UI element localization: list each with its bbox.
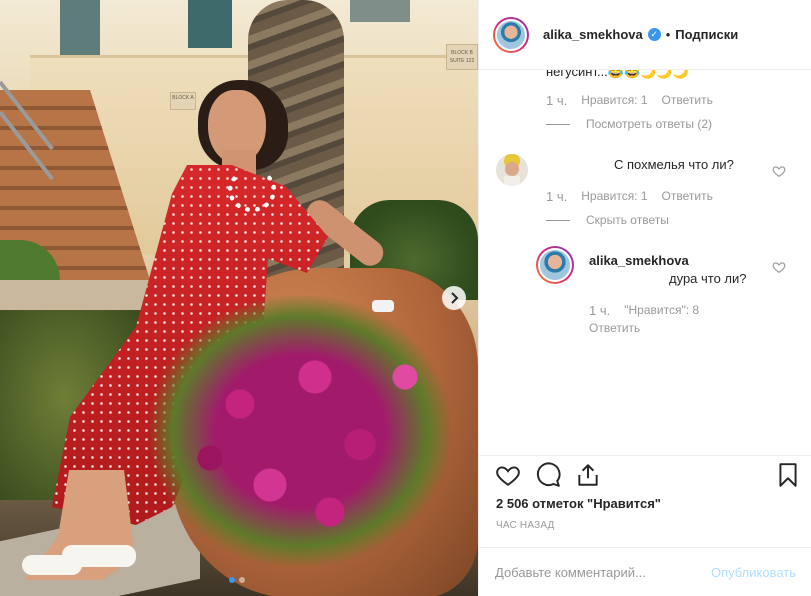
- heart-icon[interactable]: [495, 462, 521, 488]
- view-replies-label: Посмотреть ответы (2): [586, 117, 713, 131]
- window: [188, 0, 232, 48]
- following-button[interactable]: Подписки: [675, 27, 738, 42]
- view-replies-button[interactable]: Посмотреть ответы (2): [546, 117, 712, 131]
- like-reply-heart-icon[interactable]: [772, 260, 786, 274]
- petunia-flowers: [150, 296, 450, 566]
- post-actions: [479, 455, 811, 495]
- reply-reply-button[interactable]: Ответить: [589, 321, 640, 335]
- replies-line: [546, 123, 570, 125]
- reply-button[interactable]: Ответить: [662, 93, 713, 108]
- reply-username[interactable]: alika_smekhova: [589, 253, 689, 268]
- reply-text: дура что ли?: [669, 271, 747, 286]
- comment-meta: 1 ч. Нравится: 1 Ответить: [546, 93, 713, 108]
- reply-button[interactable]: Ответить: [662, 189, 713, 204]
- wall-sign-small: BLOCK A: [170, 92, 196, 110]
- comment-likes[interactable]: Нравится: 1: [581, 189, 647, 204]
- reply-likes[interactable]: "Нравится": 8: [624, 303, 699, 318]
- hide-replies-label: Скрыть ответы: [586, 213, 669, 227]
- carousel-dot: [229, 577, 235, 583]
- comment-text: С похмелья что ли?: [614, 157, 734, 172]
- post-timestamp[interactable]: ЧАС НАЗАД: [496, 520, 555, 531]
- carousel-indicator: [229, 577, 245, 583]
- bookmark-icon[interactable]: [775, 462, 801, 488]
- comment-meta: 1 ч. Нравится: 1 Ответить: [546, 189, 713, 204]
- commenter-avatar[interactable]: [496, 154, 528, 186]
- comment-time[interactable]: 1 ч.: [546, 189, 567, 204]
- reply-time[interactable]: 1 ч.: [589, 303, 610, 318]
- verified-icon: ✓: [647, 28, 661, 41]
- hide-replies-button[interactable]: Скрыть ответы: [546, 213, 669, 227]
- pearl-necklace: [228, 168, 276, 212]
- reply-meta: 1 ч. "Нравится": 8: [589, 303, 699, 318]
- commenter-avatar-image: [496, 154, 528, 186]
- header-separator: •: [665, 27, 671, 42]
- post-sidebar: alika_smekhova ✓ • Подписки негусинт...😂…: [478, 0, 811, 596]
- publish-button[interactable]: Опубликовать: [711, 565, 796, 580]
- comment-input[interactable]: [495, 564, 711, 580]
- like-comment-heart-icon[interactable]: [772, 164, 786, 178]
- reply-avatar[interactable]: [536, 246, 574, 284]
- comments-list: негусинт...😂😂🌙🌙🌙 1 ч. Нравится: 1 Ответи…: [479, 60, 811, 455]
- window: [350, 0, 410, 22]
- carousel-dot: [239, 577, 245, 583]
- add-comment-bar: Опубликовать: [479, 547, 811, 596]
- share-icon[interactable]: [575, 462, 601, 488]
- likes-count[interactable]: 2 506 отметок "Нравится": [496, 496, 661, 511]
- white-sandal: [62, 545, 136, 567]
- chevron-right-icon: [451, 292, 459, 304]
- comment-time[interactable]: 1 ч.: [546, 93, 567, 108]
- avatar[interactable]: [493, 16, 529, 53]
- post-header: alika_smekhova ✓ • Подписки: [479, 0, 811, 70]
- carousel-next-button[interactable]: [442, 286, 466, 310]
- wall-sign: BLOCK B SUITE 122: [446, 44, 478, 70]
- window: [60, 0, 100, 60]
- post-username[interactable]: alika_smekhova: [543, 27, 643, 42]
- reply-meta-second-line: Ответить: [589, 321, 640, 335]
- post-photo: BLOCK B SUITE 122 BLOCK A: [0, 0, 478, 596]
- comment-likes[interactable]: Нравится: 1: [581, 93, 647, 108]
- replies-line: [546, 219, 570, 221]
- comment-icon[interactable]: [535, 462, 561, 488]
